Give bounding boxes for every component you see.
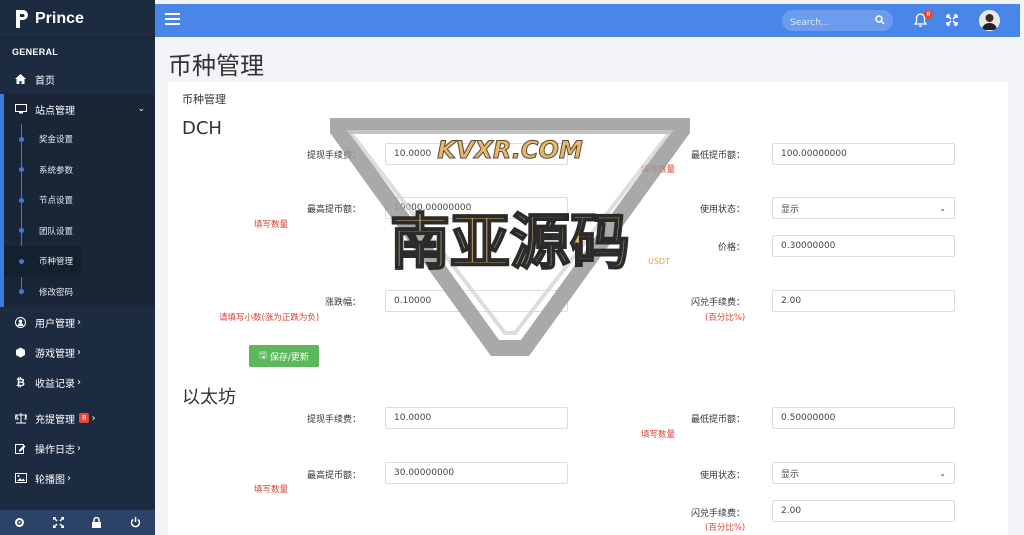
chevron-right-icon: › [77, 316, 81, 328]
image-icon [14, 472, 27, 485]
fill-amount-hint: 填写数量 [641, 165, 676, 175]
price-label: 价格： [717, 243, 745, 253]
swap-fee-field[interactable] [772, 500, 955, 522]
coin-settings-card: 币种管理 DCH 提现手续费： 最低提币额： 填写数量 最高提币额： 填写数量 … [168, 82, 1008, 535]
percent-hint: (百分比%) [705, 313, 746, 323]
decimal-hint: 请填写小数(涨为正跌为负) [219, 313, 320, 323]
max-withdraw-label: 最高提币额： [306, 205, 361, 215]
price-field[interactable] [772, 235, 955, 257]
sidebar-subitem[interactable]: 团队设置 [4, 216, 155, 247]
chevron-down-icon: ⌄ [939, 468, 946, 478]
fill-amount-hint: 填写数量 [254, 220, 289, 230]
min-withdraw-label: 最低提币额： [690, 151, 745, 161]
hamburger-icon[interactable] [165, 12, 180, 26]
gear-icon[interactable] [12, 516, 26, 530]
chevron-down-icon: ⌄ [137, 104, 145, 114]
sidebar-subitem[interactable]: 节点设置 [4, 185, 155, 216]
chevron-right-icon: › [77, 376, 81, 388]
chevron-right-icon: › [77, 346, 81, 358]
withdraw-fee-label: 提现手续费： [306, 415, 361, 425]
status-label: 使用状态： [699, 205, 745, 215]
search-box [782, 10, 893, 34]
max-withdraw-field[interactable] [385, 197, 568, 219]
search-icon[interactable] [875, 15, 885, 25]
sidebar-item-label: 站点管理 [35, 105, 75, 117]
status-select[interactable]: 显示 ⌄ [772, 197, 955, 219]
coin-title: 以太坊 [182, 387, 236, 408]
fullscreen-icon[interactable] [51, 516, 65, 530]
sidebar-subitem[interactable]: 系统参数 [4, 155, 155, 186]
change-field[interactable] [385, 290, 568, 312]
brand-name: Prince [35, 9, 84, 27]
sidebar-subitem[interactable]: 修改密码 [4, 277, 155, 308]
sidebar-item-home[interactable]: 首页 [0, 64, 155, 94]
sidebar-item-site-manage[interactable]: 站点管理 ⌄ [0, 94, 155, 124]
sidebar-item-earnings[interactable]: ₿ 收益记录 › [0, 367, 155, 397]
brand[interactable]: Prince [0, 0, 155, 38]
power-icon[interactable] [129, 516, 143, 530]
user-icon [14, 316, 27, 329]
change-label: 涨跌幅： [324, 298, 361, 308]
sidebar-subitem-active[interactable]: 币种管理 [4, 246, 81, 277]
sidebar-item-logs[interactable]: 操作日志 › [0, 433, 155, 463]
sidebar-item-users[interactable]: 用户管理 › [0, 307, 155, 337]
sidebar: Prince GENERAL 首页 站点管理 ⌄ 奖金设置 系统参数 节点设置 … [0, 0, 155, 535]
min-withdraw-field[interactable] [772, 143, 955, 165]
avatar[interactable] [979, 10, 1000, 31]
sidebar-item-carousel[interactable]: 轮播图 › [0, 463, 155, 493]
chevron-right-icon: › [67, 472, 71, 484]
withdraw-fee-field[interactable] [385, 143, 568, 165]
scale-icon [14, 412, 27, 425]
notification-badge: 8 [924, 10, 933, 19]
home-icon [14, 73, 27, 86]
save-button[interactable]: 🖫 保存/更新 [249, 345, 319, 367]
price-unit: USDT [648, 257, 670, 266]
page-title: 币种管理 [168, 52, 264, 80]
lock-icon[interactable] [90, 516, 104, 530]
withdraw-fee-label: 提现手续费： [306, 151, 361, 161]
coin-title: DCH [182, 118, 222, 139]
sidebar-footer [0, 510, 155, 535]
edit-icon [14, 442, 27, 455]
topbar: 8 [155, 4, 1020, 37]
save-icon: 🖫 [259, 351, 267, 361]
min-withdraw-field[interactable] [772, 407, 955, 429]
section-title: GENERAL [12, 47, 59, 57]
sidebar-item-deposit-withdraw[interactable]: 充提管理 8 › [0, 403, 155, 433]
percent-hint: (百分比%) [705, 523, 746, 533]
bitcoin-icon: ₿ [16, 375, 25, 389]
status-select[interactable]: 显示 ⌄ [772, 462, 955, 484]
max-withdraw-label: 最高提币额： [306, 471, 361, 481]
badge-count: 8 [79, 413, 90, 423]
fill-amount-hint: 填写数量 [254, 485, 289, 495]
swap-fee-label: 闪兑手续费： [690, 509, 745, 519]
sidebar-item-label: 首页 [35, 75, 55, 87]
min-withdraw-label: 最低提币额： [690, 415, 745, 425]
monitor-icon [14, 103, 27, 116]
submenu-site-manage: 奖金设置 系统参数 节点设置 团队设置 币种管理 修改密码 [0, 124, 155, 307]
swap-fee-field[interactable] [772, 290, 955, 312]
withdraw-fee-field[interactable] [385, 407, 568, 429]
sidebar-item-games[interactable]: 游戏管理 › [0, 337, 155, 367]
status-label: 使用状态： [699, 471, 745, 481]
max-withdraw-field[interactable] [385, 462, 568, 484]
search-input[interactable] [782, 12, 872, 34]
swap-fee-label: 闪兑手续费： [690, 298, 745, 308]
prince-logo-icon [16, 9, 28, 28]
fill-amount-hint: 填写数量 [641, 430, 676, 440]
chevron-down-icon: ⌄ [939, 203, 946, 213]
card-title: 币种管理 [182, 93, 226, 106]
cube-icon [14, 346, 27, 359]
sidebar-subitem[interactable]: 奖金设置 [4, 124, 155, 155]
chevron-right-icon: › [77, 442, 81, 454]
chevron-right-icon: › [91, 412, 96, 424]
expand-icon[interactable] [946, 14, 958, 26]
